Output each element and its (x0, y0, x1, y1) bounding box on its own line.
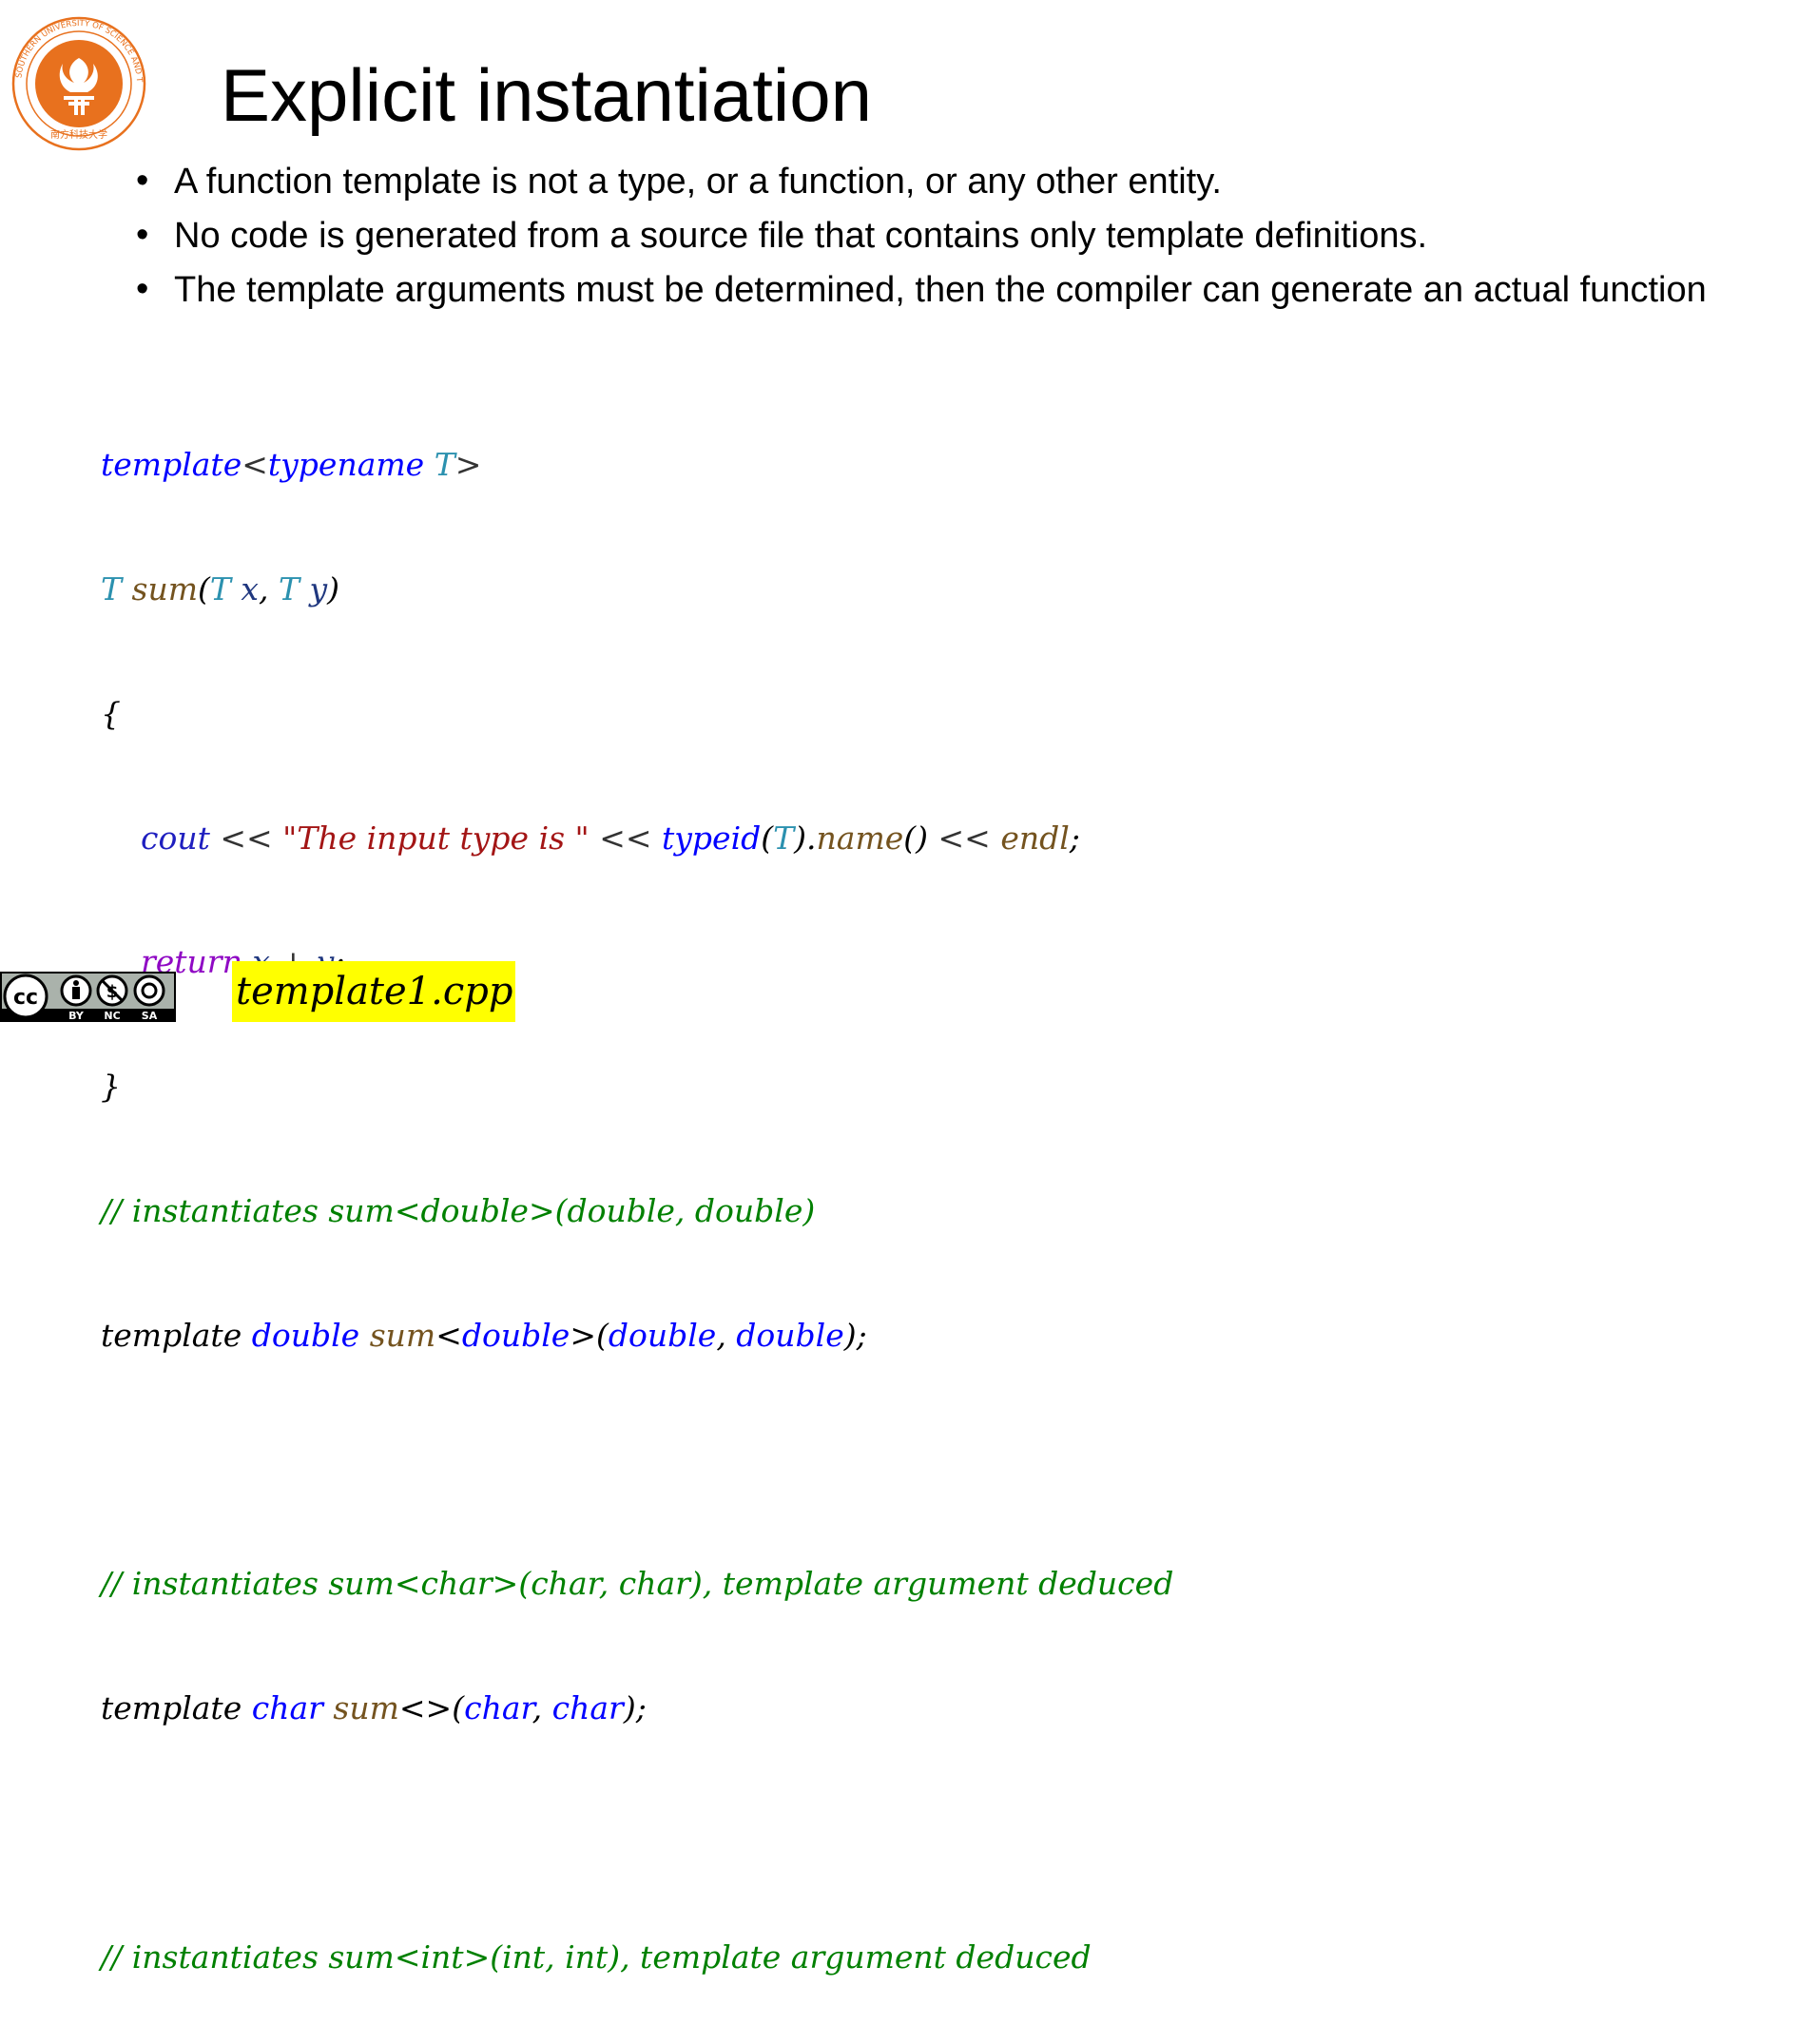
bullet-text: No code is generated from a source file … (174, 216, 1428, 256)
bullet-text: The template arguments must be determine… (174, 270, 1707, 310)
code-comment: // instantiates sum<double>(double, doub… (101, 1191, 816, 1229)
code-line: template double sum<double>(double, doub… (101, 1316, 867, 1354)
bullet-item: • The template arguments must be determi… (136, 269, 1771, 310)
code-line: T sum(T x, T y) (101, 569, 340, 607)
cc-license-badge: cc $ BY NC SA (0, 972, 176, 1022)
svg-text:NC: NC (104, 1010, 120, 1022)
svg-text:cc: cc (13, 986, 38, 1010)
bullet-text: A function template is not a type, or a … (174, 162, 1222, 202)
bullet-dot: • (136, 215, 149, 255)
university-logo: SOUTHERN UNIVERSITY OF SCIENCE AND TECHN… (11, 16, 146, 151)
by-icon (60, 974, 92, 1007)
code-comment: // instantiates sum<char>(char, char), t… (101, 1565, 1174, 1603)
bullet-dot: • (136, 269, 149, 309)
bullet-item: • No code is generated from a source fil… (136, 215, 1771, 256)
code-comment: // instantiates sum<int>(int, int), temp… (101, 1938, 1092, 1976)
code-line: template char sum<>(char, char); (101, 1689, 647, 1726)
svg-text:SA: SA (142, 1010, 158, 1022)
slide-title: Explicit instantiation (221, 53, 873, 137)
bullet-item: • A function template is not a type, or … (136, 161, 1771, 202)
code-line: template<typename T> (101, 446, 482, 484)
code-line: cout << "The input type is " << typeid(T… (140, 819, 1080, 857)
code-line: { (101, 694, 121, 732)
svg-text:南方科技大学: 南方科技大学 (50, 128, 107, 141)
file-name-tag: template1.cpp (232, 961, 515, 1022)
svg-text:BY: BY (68, 1010, 85, 1022)
bullet-list: • A function template is not a type, or … (136, 161, 1771, 326)
code-block: template<typename T> T sum(T x, T y) { c… (101, 361, 1173, 2044)
sa-icon (133, 974, 165, 1007)
code-line: } (101, 1068, 121, 1106)
nc-icon: $ (96, 974, 128, 1007)
bullet-dot: • (136, 161, 149, 201)
